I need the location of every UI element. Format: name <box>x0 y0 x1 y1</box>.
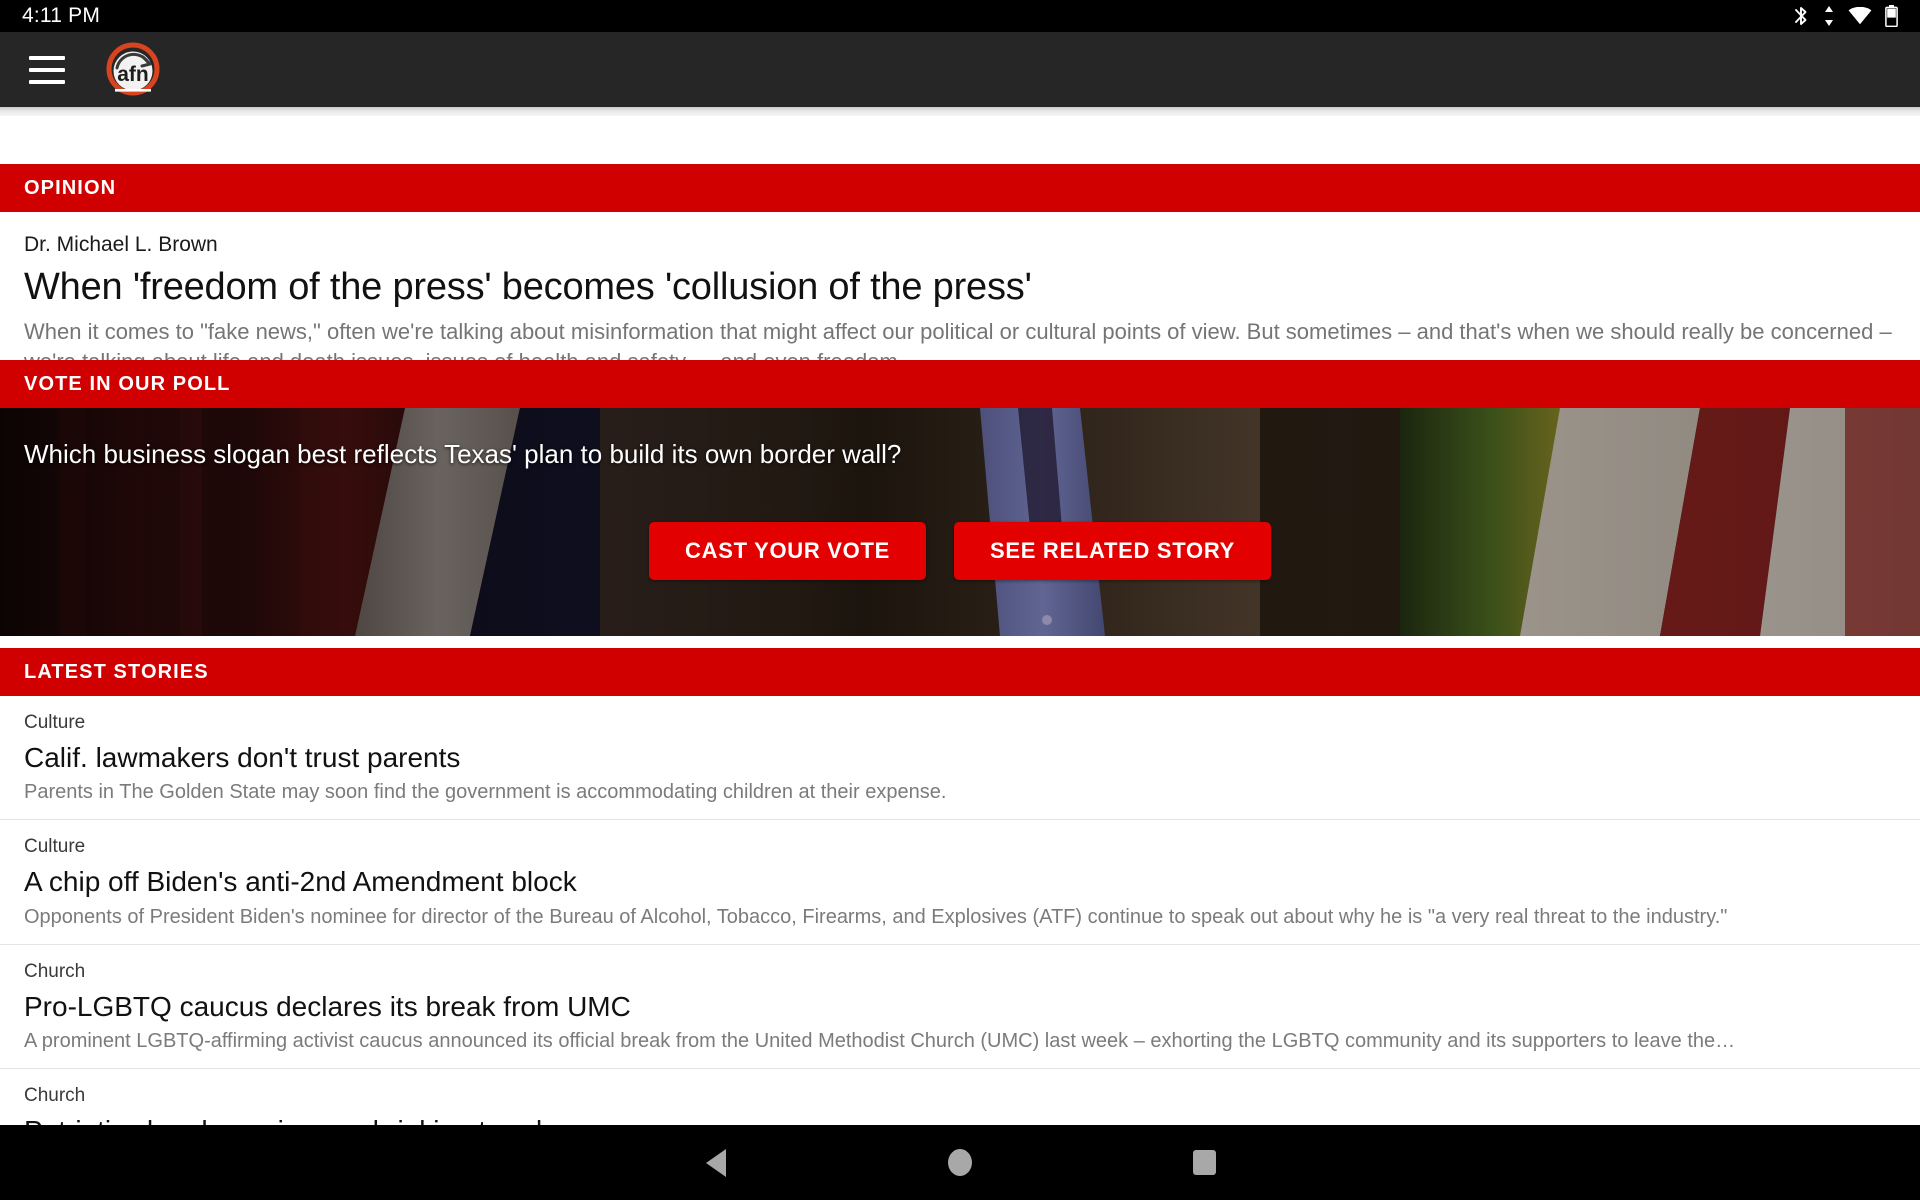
story-list: Culture Calif. lawmakers don't trust par… <box>0 696 1920 1168</box>
poll-banner-label: VOTE IN OUR POLL <box>24 372 231 395</box>
story-category: Culture <box>24 836 86 858</box>
latest-stories-banner-label: LATEST STORIES <box>24 660 209 683</box>
poll-section: VOTE IN OUR POLL Which business slogan b… <box>0 360 1920 636</box>
latest-stories-banner: LATEST STORIES <box>0 648 1920 696</box>
poll-hero: Which business slogan best reflects Texa… <box>0 408 1920 636</box>
back-triangle-icon <box>706 1148 726 1177</box>
story-headline: Pro-LGBTQ caucus declares its break from… <box>24 990 631 1022</box>
back-button[interactable] <box>594 1125 838 1200</box>
opinion-banner-label: OPINION <box>24 176 117 199</box>
list-item[interactable]: Culture Calif. lawmakers don't trust par… <box>0 696 1920 821</box>
android-navigation-bar <box>0 1125 1920 1200</box>
opinion-headline: When 'freedom of the press' becomes 'col… <box>24 266 1032 309</box>
opinion-section: OPINION Dr. Michael L. Brown When 'freed… <box>0 164 1920 391</box>
afn-logo-text: afn <box>117 63 149 86</box>
story-headline: A chip off Biden's anti-2nd Amendment bl… <box>24 866 577 898</box>
poll-banner: VOTE IN OUR POLL <box>0 360 1920 408</box>
data-transfer-icon <box>1823 5 1835 27</box>
hamburger-bar <box>29 79 65 84</box>
opinion-banner: OPINION <box>0 164 1920 212</box>
status-bar-clock: 4:11 PM <box>22 4 101 27</box>
story-summary: Opponents of President Biden's nominee f… <box>24 905 1728 928</box>
latest-stories-section: LATEST STORIES Culture Calif. lawmakers … <box>0 648 1920 1168</box>
opinion-author: Dr. Michael L. Brown <box>24 233 218 256</box>
story-category: Church <box>24 1085 86 1107</box>
cast-your-vote-button[interactable]: CAST YOUR VOTE <box>649 522 926 580</box>
story-summary: Parents in The Golden State may soon fin… <box>24 781 947 804</box>
story-category: Culture <box>24 712 86 733</box>
home-button[interactable] <box>838 1125 1082 1200</box>
status-bar-icons <box>1792 5 1898 27</box>
app-header: afn <box>0 32 1920 107</box>
android-status-bar: 4:11 PM <box>0 0 1920 32</box>
battery-icon <box>1885 5 1898 27</box>
recents-square-icon <box>1192 1150 1216 1175</box>
header-divider-strip <box>0 107 1920 116</box>
bluetooth-icon <box>1792 5 1810 27</box>
list-item[interactable]: Church Pro-LGBTQ caucus declares its bre… <box>0 945 1920 1070</box>
story-summary: A prominent LGBTQ-affirming activist cau… <box>24 1030 1736 1053</box>
poll-question: Which business slogan best reflects Texa… <box>24 439 902 469</box>
poll-actions: CAST YOUR VOTE SEE RELATED STORY <box>0 522 1920 580</box>
list-item[interactable]: Culture A chip off Biden's anti-2nd Amen… <box>0 820 1920 945</box>
wifi-icon <box>1848 7 1872 25</box>
story-headline: Calif. lawmakers don't trust parents <box>24 741 461 773</box>
hamburger-bar <box>29 55 65 60</box>
afn-logo[interactable]: afn <box>102 39 164 101</box>
story-category: Church <box>24 960 86 982</box>
hamburger-menu-icon[interactable] <box>18 32 76 107</box>
hamburger-bar <box>29 67 65 72</box>
see-related-story-button[interactable]: SEE RELATED STORY <box>954 522 1271 580</box>
home-circle-icon <box>948 1149 972 1176</box>
recents-button[interactable] <box>1082 1125 1326 1200</box>
